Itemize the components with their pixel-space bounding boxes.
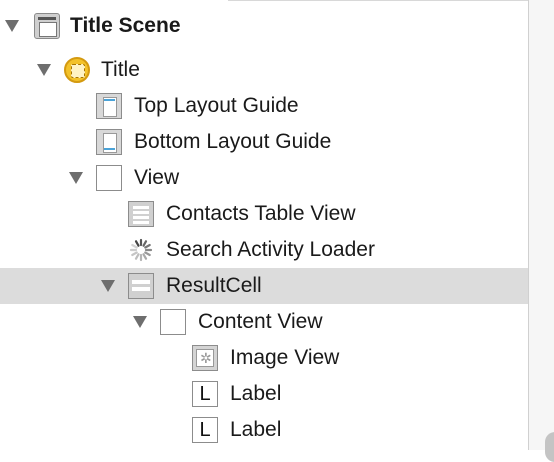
scene-icon bbox=[34, 13, 60, 39]
disclosure-triangle-icon[interactable] bbox=[133, 316, 147, 328]
outline-row-content-view[interactable]: Content View bbox=[0, 304, 528, 340]
label-icon: L bbox=[192, 417, 218, 443]
bottom-layout-guide-icon bbox=[96, 129, 122, 155]
outline-row-title[interactable]: Title bbox=[0, 52, 528, 88]
outline-row-label: Label bbox=[230, 382, 282, 405]
view-icon bbox=[160, 309, 186, 335]
outline-row-result-cell[interactable]: ResultCell bbox=[0, 268, 528, 304]
document-outline: Title Scene Title Top Layout Guide Botto… bbox=[0, 0, 528, 450]
label-icon: L bbox=[192, 381, 218, 407]
outline-row-label: Label bbox=[230, 418, 282, 441]
disclosure-triangle-icon[interactable] bbox=[69, 172, 83, 184]
outline-row-label: Contacts Table View bbox=[166, 202, 356, 225]
top-layout-guide-icon bbox=[96, 93, 122, 119]
outline-row-contacts-table-view[interactable]: Contacts Table View bbox=[0, 196, 528, 232]
outline-row-label: View bbox=[134, 166, 180, 189]
disclosure-triangle-icon[interactable] bbox=[101, 280, 115, 292]
outline-row-label: Title bbox=[101, 58, 140, 81]
outline-row-label-1[interactable]: L Label bbox=[0, 376, 528, 412]
palm-tree-icon: ✲ bbox=[200, 350, 212, 366]
outline-row-title-scene[interactable]: Title Scene bbox=[0, 8, 528, 44]
view-icon bbox=[96, 165, 122, 191]
view-controller-icon bbox=[64, 57, 90, 83]
table-cell-icon bbox=[128, 273, 154, 299]
disclosure-triangle-icon[interactable] bbox=[37, 64, 51, 76]
outline-row-label-2[interactable]: L Label bbox=[0, 412, 528, 448]
outline-row-view[interactable]: View bbox=[0, 160, 528, 196]
outline-row-label: ResultCell bbox=[166, 274, 262, 297]
outline-row-label: Image View bbox=[230, 346, 340, 369]
disclosure-triangle-icon[interactable] bbox=[5, 20, 19, 32]
outline-row-bottom-layout-guide[interactable]: Bottom Layout Guide bbox=[0, 124, 528, 160]
scroll-knob[interactable] bbox=[545, 432, 554, 462]
activity-indicator-icon bbox=[128, 237, 154, 263]
outline-row-image-view[interactable]: ✲ Image View bbox=[0, 340, 528, 376]
table-view-icon bbox=[128, 201, 154, 227]
outline-row-top-layout-guide[interactable]: Top Layout Guide bbox=[0, 88, 528, 124]
outline-row-label: Top Layout Guide bbox=[134, 94, 299, 117]
outline-row-search-activity-loader[interactable]: Search Activity Loader bbox=[0, 232, 528, 268]
outline-row-label: Bottom Layout Guide bbox=[134, 130, 332, 153]
header-divider bbox=[228, 0, 528, 1]
canvas-pane bbox=[529, 0, 554, 450]
outline-row-label: Title Scene bbox=[70, 14, 181, 37]
image-view-icon: ✲ bbox=[192, 345, 218, 371]
outline-row-label: Search Activity Loader bbox=[166, 238, 375, 261]
outline-row-label: Content View bbox=[198, 310, 323, 333]
